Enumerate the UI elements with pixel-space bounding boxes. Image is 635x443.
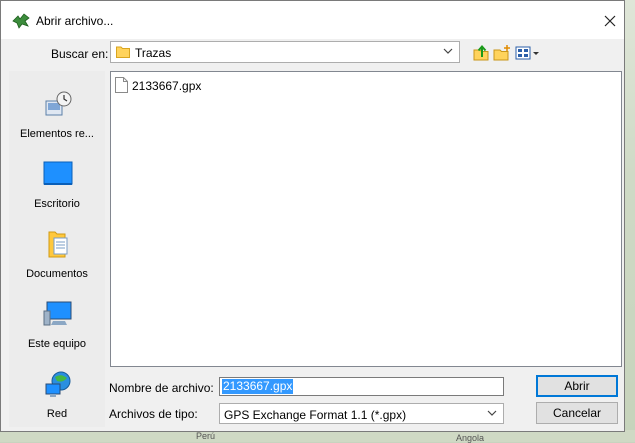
file-name: 2133667.gpx [132, 79, 202, 93]
place-label: Red [46, 408, 68, 420]
network-icon [45, 371, 71, 397]
computer-icon [43, 301, 72, 326]
filetype-value: GPS Exchange Format 1.1 (*.gpx) [224, 408, 407, 422]
close-icon [604, 15, 616, 27]
new-folder-button[interactable] [492, 43, 512, 63]
view-menu-button[interactable] [514, 43, 540, 63]
window-title: Abrir archivo... [36, 14, 114, 28]
background-map [625, 0, 635, 442]
places-bar: Elementos re... Escritorio Documentos Es… [9, 71, 105, 427]
place-label: Escritorio [34, 198, 80, 210]
place-label: Elementos re... [20, 128, 94, 140]
app-logo-icon [12, 13, 30, 29]
filename-value: 2133667.gpx [222, 379, 294, 394]
title-bar: Abrir archivo... [1, 1, 624, 39]
open-file-dialog: Abrir archivo... Buscar en: Trazas Eleme… [0, 0, 625, 432]
place-network[interactable]: Red [9, 369, 105, 429]
chevron-down-icon [443, 48, 453, 54]
desktop-icon [43, 161, 73, 185]
cancel-button[interactable]: Cancelar [536, 402, 618, 424]
place-this-pc[interactable]: Este equipo [9, 299, 105, 359]
lookin-label: Buscar en: [51, 47, 109, 61]
place-documents[interactable]: Documentos [9, 229, 105, 289]
filename-label: Nombre de archivo: [109, 381, 214, 395]
chevron-down-icon [487, 410, 497, 416]
up-folder-button[interactable] [471, 43, 491, 63]
folder-icon [116, 46, 130, 58]
open-button[interactable]: Abrir [536, 375, 618, 397]
file-icon [115, 77, 128, 93]
close-button[interactable] [599, 10, 621, 32]
map-label-peru: Perú [196, 431, 216, 441]
filetype-label: Archivos de tipo: [109, 407, 198, 421]
place-label: Documentos [26, 268, 88, 280]
lookin-dropdown[interactable]: Trazas [110, 41, 460, 63]
place-recent-items[interactable]: Elementos re... [9, 89, 105, 149]
file-list[interactable]: 2133667.gpx [110, 71, 622, 367]
filename-input[interactable]: 2133667.gpx [219, 377, 504, 396]
filetype-dropdown[interactable]: GPS Exchange Format 1.1 (*.gpx) [219, 403, 504, 424]
place-desktop[interactable]: Escritorio [9, 159, 105, 219]
lookin-value: Trazas [135, 46, 172, 60]
recent-items-icon [45, 91, 72, 116]
place-label: Este equipo [27, 338, 87, 350]
documents-icon [48, 231, 68, 258]
